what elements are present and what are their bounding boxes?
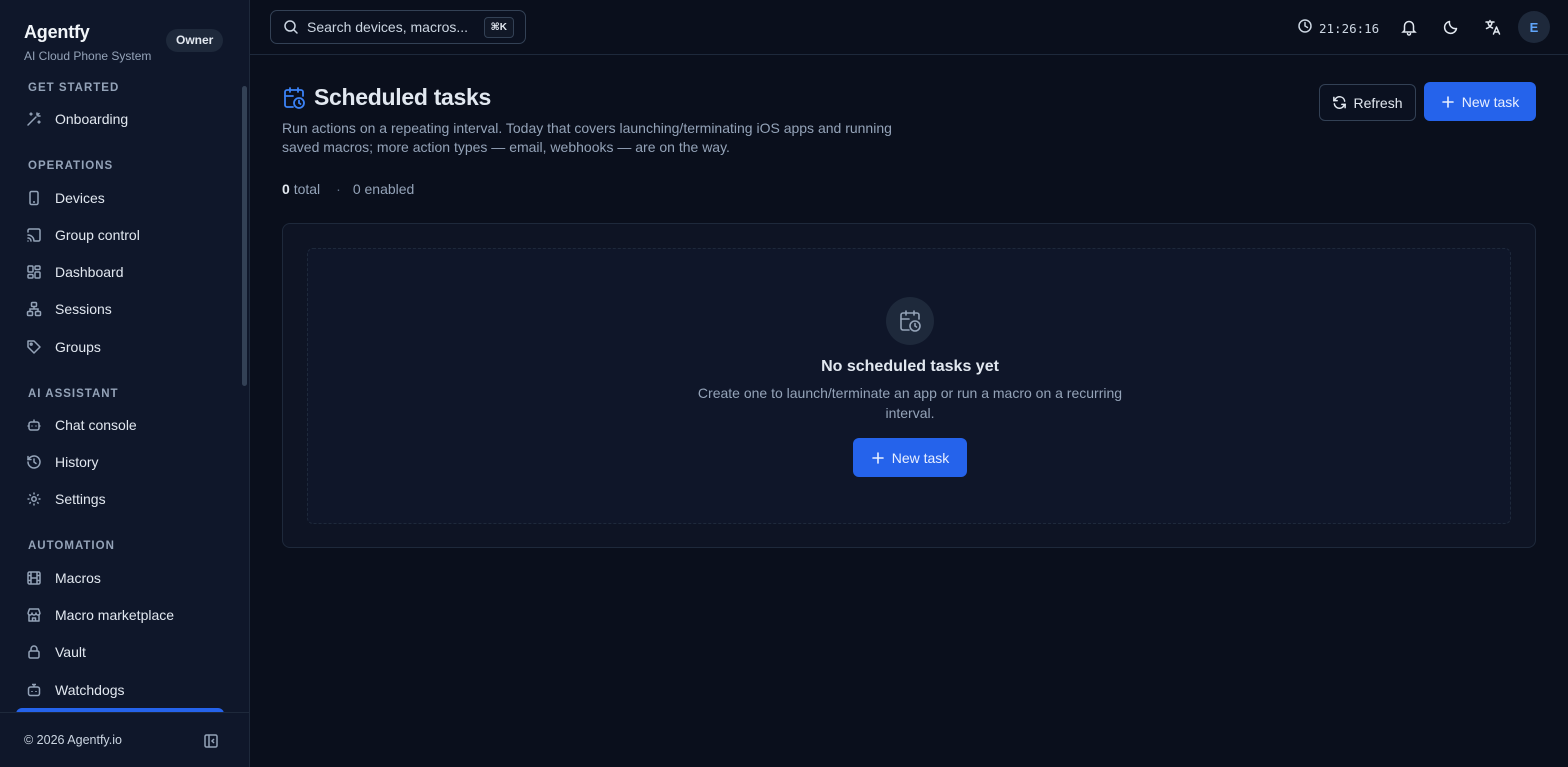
plus-icon [1441,95,1455,109]
network-icon [26,301,42,317]
total-label: total [293,181,321,197]
section-title-operations: OPERATIONS [28,160,114,172]
sidebar-item-group-control[interactable]: Group control [16,218,232,252]
sidebar-item-label: Group control [55,227,140,243]
search-icon [283,19,299,35]
refresh-button[interactable]: Refresh [1319,84,1416,121]
sidebar-item-settings[interactable]: Settings [16,482,232,516]
sidebar-item-label: Onboarding [55,111,129,127]
tag-icon [26,339,42,355]
page-title: Scheduled tasks [314,84,492,110]
sidebar-item-label: Dashboard [55,264,124,280]
sidebar-item-devices[interactable]: Devices [16,181,232,215]
sidebar-item-label: Settings [55,491,106,507]
role-badge: Owner [166,29,224,52]
sidebar-item-chat-console[interactable]: Chat console [16,408,232,442]
topbar: Search devices, macros... ⌘K 21:26:16 E [250,0,1568,55]
robot-icon [26,682,42,698]
lock-icon [26,644,42,660]
keyboard-shortcut-badge: ⌘K [483,17,514,38]
sidebar-scrollbar[interactable] [242,86,247,386]
sidebar-item-label: History [55,454,99,470]
gear-icon [26,491,42,507]
sidebar-item-label: Watchdogs [55,682,125,698]
sidebar-item-label: Vault [55,644,86,660]
section-title-ai-assistant: AI ASSISTANT [28,388,119,400]
calendar-clock-icon [282,86,306,110]
page-description: Run actions on a repeating interval. Tod… [282,120,892,155]
phone-icon [26,190,42,206]
empty-state-description: Create one to launch/terminate an app or… [697,385,1123,421]
sidebar-collapse-icon[interactable] [202,732,220,750]
sidebar-item-label: Sessions [55,301,112,317]
sidebar-item-watchdogs[interactable]: Watchdogs [16,673,232,707]
search-placeholder: Search devices, macros... [307,19,469,35]
new-task-button[interactable]: New task [1424,82,1536,121]
empty-state: No scheduled tasks yet Create one to lau… [307,248,1511,524]
empty-state-new-task-button[interactable]: New task [853,438,967,477]
sidebar-item-label: Groups [55,339,101,355]
sidebar-item-label: Macros [55,570,101,586]
cast-icon [26,227,42,243]
search-input[interactable]: Search devices, macros... ⌘K [270,10,526,44]
wand-icon [26,111,42,127]
empty-state-title: No scheduled tasks yet [821,358,999,375]
plus-icon [871,451,885,465]
sidebar-item-label: Devices [55,190,105,206]
sidebar-item-macros[interactable]: Macros [16,561,232,595]
moon-icon[interactable] [1440,16,1462,38]
task-stats: 0 total · 0 enabled [282,181,414,197]
clock-time: 21:26:16 [1319,21,1380,36]
refresh-label: Refresh [1353,94,1403,111]
app-root: Agentfy AI Cloud Phone System Owner GET … [0,0,1568,767]
sidebar-item-vault[interactable]: Vault [16,635,232,669]
translate-icon[interactable] [1482,16,1504,38]
sidebar-item-label: Chat console [55,417,137,433]
sidebar-item-dashboard[interactable]: Dashboard [16,255,232,289]
bell-icon[interactable] [1398,16,1420,38]
sidebar-item-groups[interactable]: Groups [16,330,232,364]
sidebar-item-history[interactable]: History [16,445,232,479]
bot-icon [26,417,42,433]
clock: 21:26:16 [1297,18,1379,39]
brand-subtitle: AI Cloud Phone System [24,49,152,63]
history-icon [26,454,42,470]
empty-state-button-label: New task [891,449,950,466]
sidebar-item-sessions[interactable]: Sessions [16,292,232,326]
sidebar: Agentfy AI Cloud Phone System Owner GET … [0,0,250,767]
sidebar-item-label: Macro marketplace [55,607,175,623]
refresh-icon [1332,95,1347,110]
new-task-label: New task [1461,93,1520,110]
sidebar-item-macro-marketplace[interactable]: Macro marketplace [16,598,232,632]
stats-separator: · [336,181,341,197]
sidebar-nav: GET STARTED Onboarding OPERATIONS Device… [0,82,242,710]
calendar-clock-icon [886,297,934,345]
store-icon [26,607,42,623]
section-title-get-started: GET STARTED [28,82,120,94]
section-title-automation: AUTOMATION [28,540,115,552]
page-header: Scheduled tasks Run actions on a repeati… [282,84,922,157]
sidebar-item-onboarding[interactable]: Onboarding [16,102,232,136]
brand-name: Agentfy [24,22,90,42]
main-content: Search devices, macros... ⌘K 21:26:16 E … [250,0,1568,767]
film-icon [26,570,42,586]
copyright: © 2026 Agentfy.io [24,733,122,747]
total-count: 0 [282,181,290,197]
dashboard-icon [26,264,42,280]
tasks-card: No scheduled tasks yet Create one to lau… [282,223,1536,548]
brand: Agentfy AI Cloud Phone System [24,22,151,63]
clock-icon [1297,18,1313,39]
title-row: Scheduled tasks [282,84,922,111]
enabled-count: 0 enabled [352,181,415,197]
avatar[interactable]: E [1518,11,1550,43]
sidebar-footer: © 2026 Agentfy.io [0,712,249,767]
